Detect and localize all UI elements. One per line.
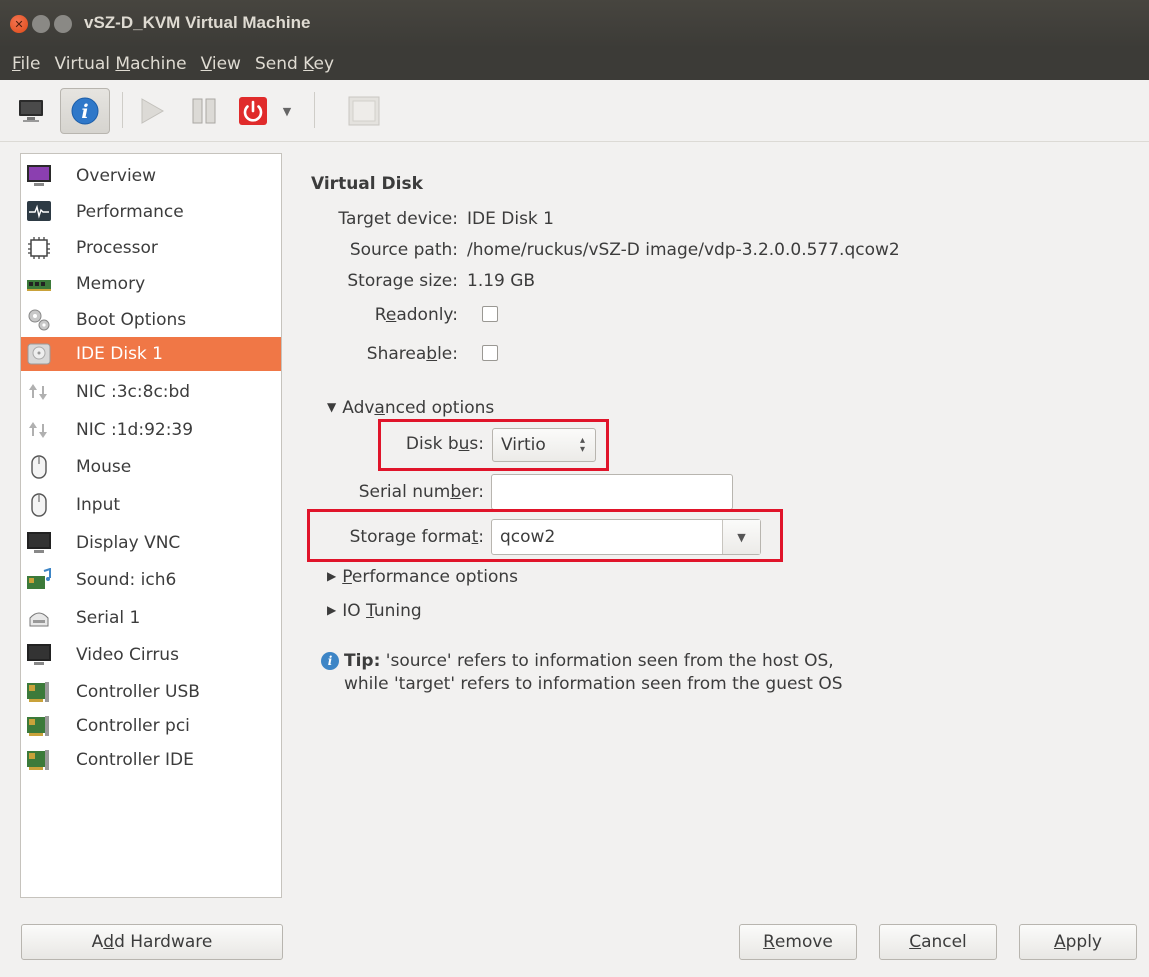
info-icon: i [71,97,99,125]
triangle-right-icon: ▶ [327,603,337,617]
performance-icon [27,201,51,221]
shareable-label: Shareable: [366,344,458,364]
tip-line-1: 'source' refers to information seen from… [380,651,834,671]
target-device-label: Target device: [338,209,458,229]
run-button[interactable] [134,94,170,128]
triangle-right-icon: ▶ [327,569,337,583]
menu-send-key[interactable]: Send Key [255,54,334,74]
shutdown-button[interactable] [236,94,270,128]
target-device-value: IDE Disk 1 [467,209,554,229]
storage-size-label: Storage size: [347,271,458,291]
memory-icon [27,280,51,291]
close-window-button[interactable]: ✕ [10,15,28,33]
sidebar-item-nic-1d-92-39[interactable]: NIC :1d:92:39 [21,413,281,447]
menu-view[interactable]: View [201,54,241,74]
hardware-list: Overview Performance Processor Memory Bo… [20,153,282,898]
storage-size-value: 1.19 GB [467,271,536,291]
shutdown-menu-chevron-down-icon[interactable]: ▼ [278,102,296,120]
sidebar-item-overview[interactable]: Overview [21,159,281,193]
triangle-down-icon: ▼ [327,400,337,414]
mouse-icon [31,455,47,479]
serial-number-input[interactable] [491,474,733,510]
sidebar-item-mouse[interactable]: Mouse [21,450,281,484]
sidebar-item-controller-ide[interactable]: Controller IDE [21,743,281,777]
highlight-box-disk-bus [378,419,609,471]
tip-text: Tip: 'source' refers to information seen… [317,650,843,696]
readonly-label: Readonly: [374,305,458,325]
sidebar-item-serial-1[interactable]: Serial 1 [21,601,281,635]
apply-button[interactable]: Apply [1019,924,1137,960]
gears-icon [28,309,50,331]
monitor-icon [19,100,43,122]
tip-bold: Tip: [344,651,381,671]
sidebar-item-ide-disk-1[interactable]: IDE Disk 1 [21,337,281,371]
section-title: Virtual Disk [311,174,423,194]
source-path-value: /home/ruckus/vSZ-D image/vdp-3.2.0.0.577… [467,240,900,260]
sidebar-item-input[interactable]: Input [21,488,281,522]
advanced-options-expander[interactable]: ▼ Advanced options [327,398,494,418]
remove-button[interactable]: Remove [739,924,857,960]
pause-button[interactable] [186,94,222,128]
details-view-button[interactable]: i [60,88,110,134]
source-path-label: Source path: [349,240,458,260]
sidebar-item-boot-options[interactable]: Boot Options [21,303,281,337]
io-tuning-expander[interactable]: ▶ IO Tuning [327,601,422,621]
display-icon [27,532,51,553]
pause-icon [192,98,216,124]
readonly-checkbox[interactable] [482,306,498,322]
sidebar-item-controller-pci[interactable]: Controller pci [21,709,281,743]
sidebar-item-processor[interactable]: Processor [21,231,281,265]
console-view-button[interactable] [14,94,48,128]
power-icon [239,97,267,125]
menu-virtual-machine[interactable]: Virtual Machine [54,54,186,74]
sidebar-item-controller-usb[interactable]: Controller USB [21,675,281,709]
sound-card-icon [27,568,51,589]
serial-number-label: Serial number: [358,482,484,502]
add-hardware-button[interactable]: Add Hardware [21,924,283,960]
display-icon [27,644,51,665]
chip-icon [28,237,50,259]
toolbar [0,80,1149,142]
card-icon [27,750,49,770]
cancel-button[interactable]: Cancel [879,924,997,960]
disk-icon [27,343,51,365]
title-bar: ✕ vSZ-D_KVM Virtual Machine [0,0,1149,48]
sidebar-item-nic-3c-8c-bd[interactable]: NIC :3c:8c:bd [21,375,281,409]
network-icon [29,384,47,400]
serial-icon [29,612,49,627]
monitor-icon [27,165,51,186]
mouse-icon [31,493,47,517]
sidebar-item-video-cirrus[interactable]: Video Cirrus [21,638,281,672]
sidebar-item-sound-ich6[interactable]: Sound: ich6 [21,563,281,597]
fullscreen-icon [348,96,380,126]
fullscreen-button[interactable] [346,94,382,128]
sidebar-item-performance[interactable]: Performance [21,195,281,229]
sidebar-item-memory[interactable]: Memory [21,267,281,301]
network-icon [29,422,47,438]
menu-file[interactable]: File [12,54,40,74]
window-title: vSZ-D_KVM Virtual Machine [84,13,311,32]
shareable-checkbox[interactable] [482,345,498,361]
card-icon [27,716,49,736]
tip-line-2: while 'target' refers to information see… [344,674,843,694]
sidebar-item-display-vnc[interactable]: Display VNC [21,526,281,560]
card-icon [27,682,49,702]
highlight-box-storage-format [307,509,783,562]
menu-bar: File Virtual Machine View Send Key [0,48,1149,80]
maximize-window-button[interactable] [54,15,72,33]
play-icon [141,98,165,124]
svg-text:i: i [81,101,88,123]
performance-options-expander[interactable]: ▶ Performance options [327,567,518,587]
minimize-window-button[interactable] [32,15,50,33]
